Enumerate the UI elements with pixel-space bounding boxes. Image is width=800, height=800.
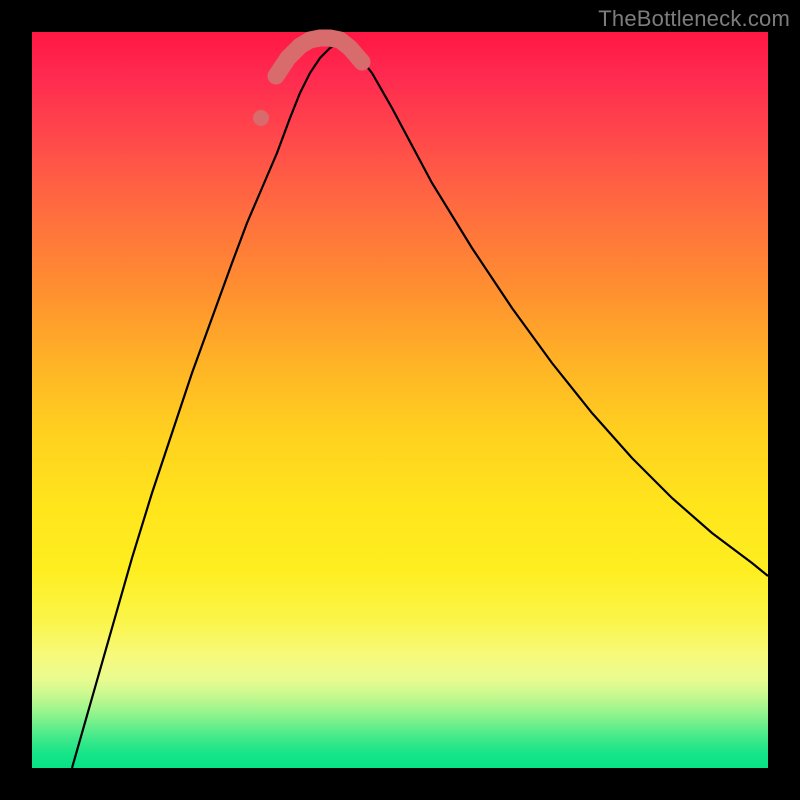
- highlight-segment: [276, 38, 362, 76]
- highlight-dot: [253, 110, 269, 126]
- bottleneck-curve: [72, 42, 768, 768]
- plot-area: [32, 32, 768, 768]
- curve-svg: [32, 32, 768, 768]
- outer-frame: TheBottleneck.com: [0, 0, 800, 800]
- watermark-text: TheBottleneck.com: [598, 6, 790, 32]
